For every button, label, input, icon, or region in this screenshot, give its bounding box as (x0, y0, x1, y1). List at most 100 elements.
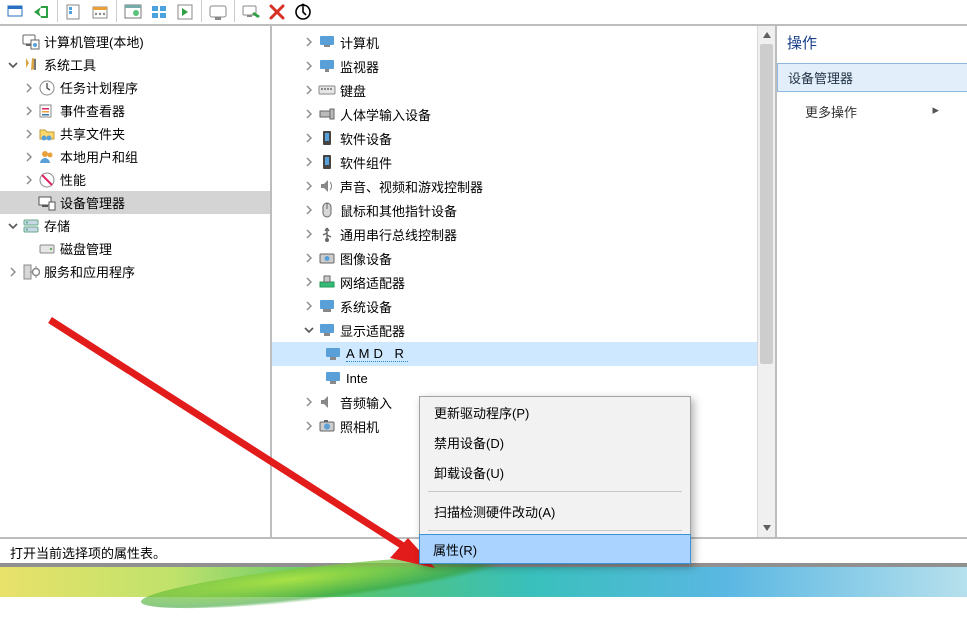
toolbar-btn-4[interactable] (88, 0, 112, 24)
chevron-right-icon[interactable] (22, 173, 36, 187)
device-label: AMD R (346, 346, 408, 362)
scroll-up-button[interactable] (758, 26, 775, 44)
toolbar-btn-2[interactable] (29, 0, 53, 24)
chevron-right-icon[interactable] (302, 59, 316, 73)
chevron-right-icon[interactable] (302, 395, 316, 409)
chevron-down-icon[interactable] (302, 323, 316, 337)
device-category-mice[interactable]: 鼠标和其他指针设备 (272, 198, 757, 222)
sidebar-localusers[interactable]: 本地用户和组 (0, 145, 270, 168)
device-category-software[interactable]: 软件设备 (272, 126, 757, 150)
chevron-right-icon[interactable] (302, 299, 316, 313)
sidebar-disk-label: 磁盘管理 (60, 239, 112, 258)
chevron-right-icon[interactable] (302, 107, 316, 121)
sidebar-systools[interactable]: 系统工具 (0, 53, 270, 76)
toolbar-btn-6[interactable] (147, 0, 171, 24)
ctx-scan-hardware[interactable]: 扫描检测硬件改动(A) (420, 496, 690, 526)
chevron-down-icon[interactable] (6, 58, 20, 72)
chevron-right-icon[interactable] (22, 104, 36, 118)
context-menu: 更新驱动程序(P) 禁用设备(D) 卸载设备(U) 扫描检测硬件改动(A) 属性… (419, 396, 691, 564)
blank (22, 196, 36, 210)
sidebar-root[interactable]: 计算机管理(本地) (0, 30, 270, 53)
monitor-icon (318, 57, 336, 75)
device-category-monitors[interactable]: 监视器 (272, 54, 757, 78)
keyboard-icon (318, 81, 336, 99)
toolbar-btn-11[interactable] (291, 0, 315, 24)
ctx-separator (428, 491, 682, 492)
device-category-swcomp[interactable]: 软件组件 (272, 150, 757, 174)
device-label: 人体学输入设备 (340, 105, 431, 124)
device-category-hid[interactable]: 人体学输入设备 (272, 102, 757, 126)
device-label: 通用串行总线控制器 (340, 225, 457, 244)
scroll-down-button[interactable] (758, 519, 775, 537)
device-category-computer[interactable]: 计算机 (272, 30, 757, 54)
toolbar-btn-10[interactable] (265, 0, 289, 24)
device-label: 照相机 (340, 417, 379, 436)
chevron-right-icon[interactable] (302, 251, 316, 265)
actions-more[interactable]: 更多操作 ▸ (777, 92, 967, 131)
ctx-update-driver[interactable]: 更新驱动程序(P) (420, 397, 690, 427)
sidebar-shared[interactable]: 共享文件夹 (0, 122, 270, 145)
toolbar-btn-8[interactable] (206, 0, 230, 24)
actions-panel: 操作 设备管理器 更多操作 ▸ (777, 26, 967, 537)
chevron-right-icon[interactable] (302, 179, 316, 193)
chevron-right-icon[interactable] (22, 127, 36, 141)
toolbar-separator (234, 0, 235, 22)
toolbar-btn-1[interactable] (3, 0, 27, 24)
system-icon (318, 297, 336, 315)
chevron-right-icon[interactable] (302, 131, 316, 145)
toolbar-btn-9[interactable] (239, 0, 263, 24)
scrollbar-vertical[interactable] (757, 26, 775, 537)
device-category-system[interactable]: 系统设备 (272, 294, 757, 318)
blank (22, 242, 36, 256)
ctx-uninstall-device[interactable]: 卸载设备(U) (420, 457, 690, 487)
chevron-right-icon[interactable] (22, 81, 36, 95)
desktop-wallpaper (0, 567, 967, 597)
actions-more-label: 更多操作 (805, 105, 857, 120)
chevron-right-icon[interactable] (302, 275, 316, 289)
device-item-intel-gpu[interactable]: Inte (272, 366, 757, 390)
toolbar-separator (201, 0, 202, 22)
device-item-amd-gpu[interactable]: AMD R (272, 342, 757, 366)
ctx-label: 属性(R) (433, 540, 477, 559)
sidebar-storage[interactable]: 存储 (0, 214, 270, 237)
toolbar-btn-7[interactable] (173, 0, 197, 24)
sidebar-services[interactable]: 服务和应用程序 (0, 260, 270, 283)
device-category-display[interactable]: 显示适配器 (272, 318, 757, 342)
sidebar-services-label: 服务和应用程序 (44, 262, 135, 281)
toolbar (0, 0, 967, 26)
device-category-usb[interactable]: 通用串行总线控制器 (272, 222, 757, 246)
ctx-disable-device[interactable]: 禁用设备(D) (420, 427, 690, 457)
chevron-right-icon[interactable] (22, 150, 36, 164)
chevron-right-icon[interactable] (302, 419, 316, 433)
chevron-down-icon[interactable] (6, 219, 20, 233)
toolbar-btn-3[interactable] (62, 0, 86, 24)
ctx-properties[interactable]: 属性(R) (419, 534, 691, 564)
device-category-imaging[interactable]: 图像设备 (272, 246, 757, 270)
scrollbar-thumb[interactable] (760, 44, 773, 364)
toolbar-btn-5[interactable] (121, 0, 145, 24)
chevron-right-icon[interactable] (302, 83, 316, 97)
disk-icon (38, 240, 56, 258)
chevron-right-icon[interactable] (302, 203, 316, 217)
chevron-right-icon[interactable] (6, 265, 20, 279)
swcomp-icon (318, 153, 336, 171)
ctx-label: 扫描检测硬件改动(A) (434, 502, 555, 521)
device-category-sound[interactable]: 声音、视频和游戏控制器 (272, 174, 757, 198)
sidebar-event-viewer[interactable]: 事件查看器 (0, 99, 270, 122)
sidebar-device-manager[interactable]: 设备管理器 (0, 191, 270, 214)
chevron-right-icon[interactable] (302, 35, 316, 49)
hid-icon (318, 105, 336, 123)
status-text: 打开当前选择项的属性表。 (10, 546, 166, 561)
network-icon (318, 273, 336, 291)
sidebar-task-scheduler[interactable]: 任务计划程序 (0, 76, 270, 99)
chevron-right-icon[interactable] (302, 227, 316, 241)
device-label: 鼠标和其他指针设备 (340, 201, 457, 220)
software-icon (318, 129, 336, 147)
sidebar-shared-label: 共享文件夹 (60, 124, 125, 143)
chevron-right-icon[interactable] (302, 155, 316, 169)
device-category-keyboards[interactable]: 键盘 (272, 78, 757, 102)
sidebar-performance[interactable]: 性能 (0, 168, 270, 191)
device-label: 声音、视频和游戏控制器 (340, 177, 483, 196)
sidebar-diskmgmt[interactable]: 磁盘管理 (0, 237, 270, 260)
device-category-network[interactable]: 网络适配器 (272, 270, 757, 294)
